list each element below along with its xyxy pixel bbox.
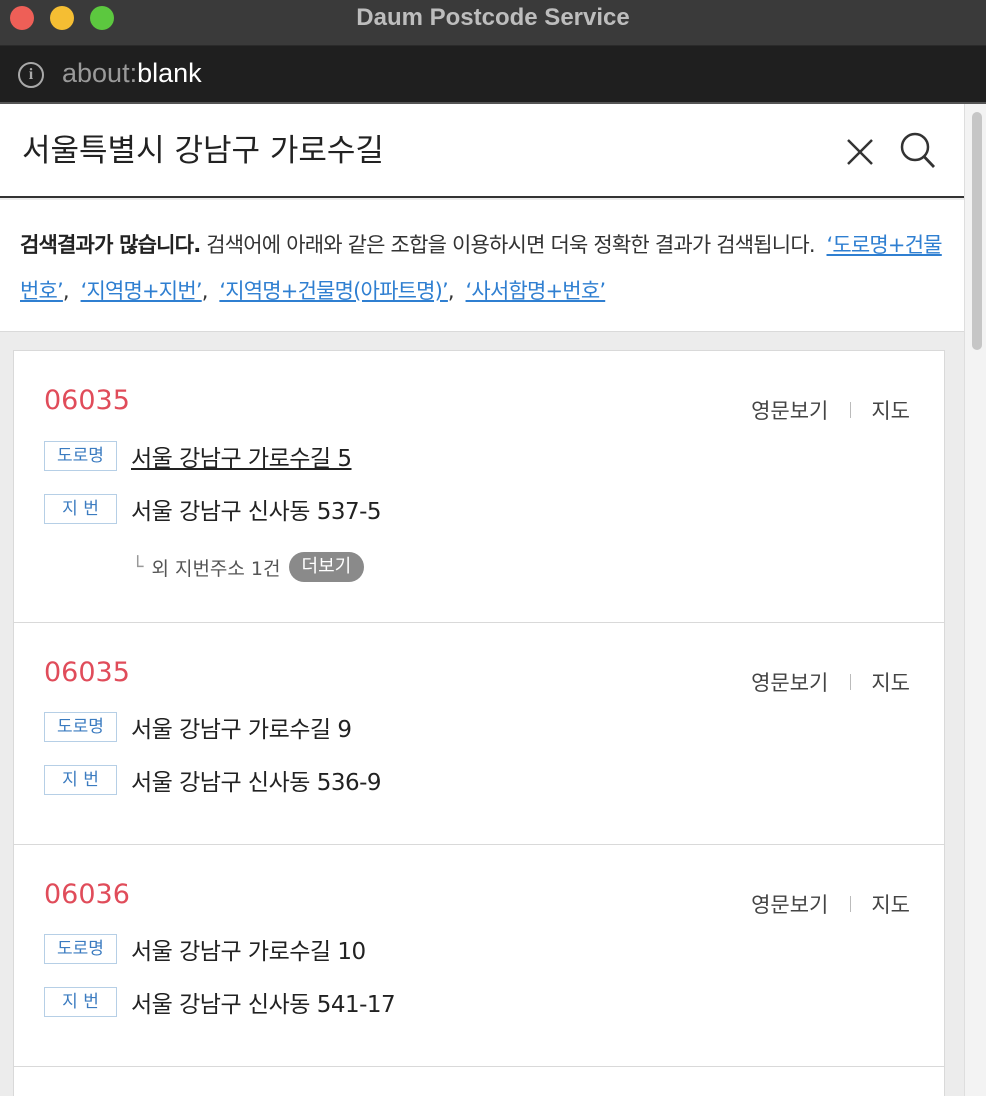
window-titlebar: Daum Postcode Service (0, 0, 986, 46)
jibun-badge: 지 번 (44, 494, 117, 524)
divider (850, 674, 852, 690)
more-button[interactable]: 더보기 (288, 552, 365, 582)
map-button[interactable]: 지도 (871, 889, 910, 919)
result-actions: 영문보기 지도 (751, 889, 910, 919)
result-item[interactable]: 06035 영문보기 지도 도로명 서울 강남구 가로수길 9 지 번 서울 강남… (13, 623, 945, 845)
hint-link-region-jibun[interactable]: ‘지역명+지번’ (81, 279, 203, 303)
zip-code[interactable]: 06036 (44, 879, 130, 910)
map-button[interactable]: 지도 (871, 667, 910, 697)
zip-code[interactable]: 06035 (44, 385, 130, 416)
road-badge: 도로명 (44, 441, 117, 471)
road-address[interactable]: 서울 강남구 가로수길 10 (131, 932, 366, 966)
english-view-button[interactable]: 영문보기 (751, 889, 828, 919)
english-view-button[interactable]: 영문보기 (751, 667, 828, 697)
jibun-address-row: 지 번 서울 강남구 신사동 541-17 (44, 985, 396, 1019)
info-icon[interactable]: i (18, 62, 44, 88)
extra-jibun-text: 외 지번주소 1건 (151, 557, 281, 580)
divider (850, 402, 852, 418)
road-address[interactable]: 서울 강남구 가로수길 5 (131, 439, 352, 473)
page-content: 검색결과가 많습니다. 검색어에 아래와 같은 조합을 이용하시면 더욱 정확한… (0, 104, 964, 1096)
road-address-row: 도로명 서울 강남구 가로수길 5 (44, 439, 352, 473)
road-badge: 도로명 (44, 934, 117, 964)
window-title: Daum Postcode Service (356, 4, 630, 31)
jibun-address[interactable]: 서울 강남구 신사동 541-17 (131, 985, 396, 1019)
jibun-badge: 지 번 (44, 987, 117, 1017)
result-list: 06035 영문보기 지도 도로명 서울 강남구 가로수길 5 지 번 서울 강남… (13, 350, 945, 1096)
url-text[interactable]: about:blank (62, 58, 202, 89)
jibun-address-row: 지 번 서울 강남구 신사동 537-5 (44, 492, 382, 526)
url-bar: i about:blank (0, 46, 986, 104)
map-button[interactable]: 지도 (871, 395, 910, 425)
result-actions: 영문보기 지도 (751, 395, 910, 425)
search-icon[interactable] (898, 130, 938, 172)
result-actions: 영문보기 지도 (751, 667, 910, 697)
extra-jibun-row: └ 외 지번주소 1건 더보기 (132, 552, 365, 582)
jibun-badge: 지 번 (44, 765, 117, 795)
result-item[interactable] (13, 1067, 945, 1096)
road-badge: 도로명 (44, 712, 117, 742)
notice-text: 검색어에 아래와 같은 조합을 이용하시면 더욱 정확한 결과가 검색됩니다. (200, 233, 815, 257)
url-host: blank (137, 58, 202, 88)
scrollbar-thumb[interactable] (972, 112, 982, 350)
jibun-address[interactable]: 서울 강남구 신사동 536-9 (131, 763, 382, 797)
divider (850, 896, 852, 912)
result-item[interactable]: 06036 영문보기 지도 도로명 서울 강남구 가로수길 10 지 번 서울 강… (13, 845, 945, 1067)
result-item[interactable]: 06035 영문보기 지도 도로명 서울 강남구 가로수길 5 지 번 서울 강남… (13, 350, 945, 623)
jibun-address-row: 지 번 서울 강남구 신사동 536-9 (44, 763, 382, 797)
road-address-row: 도로명 서울 강남구 가로수길 9 (44, 710, 352, 744)
jibun-address[interactable]: 서울 강남구 신사동 537-5 (131, 492, 382, 526)
search-input[interactable] (22, 122, 802, 172)
zip-code[interactable]: 06035 (44, 657, 130, 688)
corner-icon: └ (132, 556, 144, 578)
url-scheme: about: (62, 58, 138, 88)
hint-link-pobox[interactable]: ‘사서함명+번호’ (466, 279, 606, 303)
road-address-row: 도로명 서울 강남구 가로수길 10 (44, 932, 366, 966)
vertical-scrollbar[interactable] (964, 104, 986, 1096)
notice-bold: 검색결과가 많습니다. (20, 233, 201, 257)
english-view-button[interactable]: 영문보기 (751, 395, 828, 425)
search-bar (0, 104, 964, 198)
hint-link-region-building[interactable]: ‘지역명+건물명(아파트명)’ (219, 279, 448, 303)
search-notice: 검색결과가 많습니다. 검색어에 아래와 같은 조합을 이용하시면 더욱 정확한… (0, 200, 964, 332)
close-icon[interactable] (842, 134, 878, 170)
road-address[interactable]: 서울 강남구 가로수길 9 (131, 710, 352, 744)
